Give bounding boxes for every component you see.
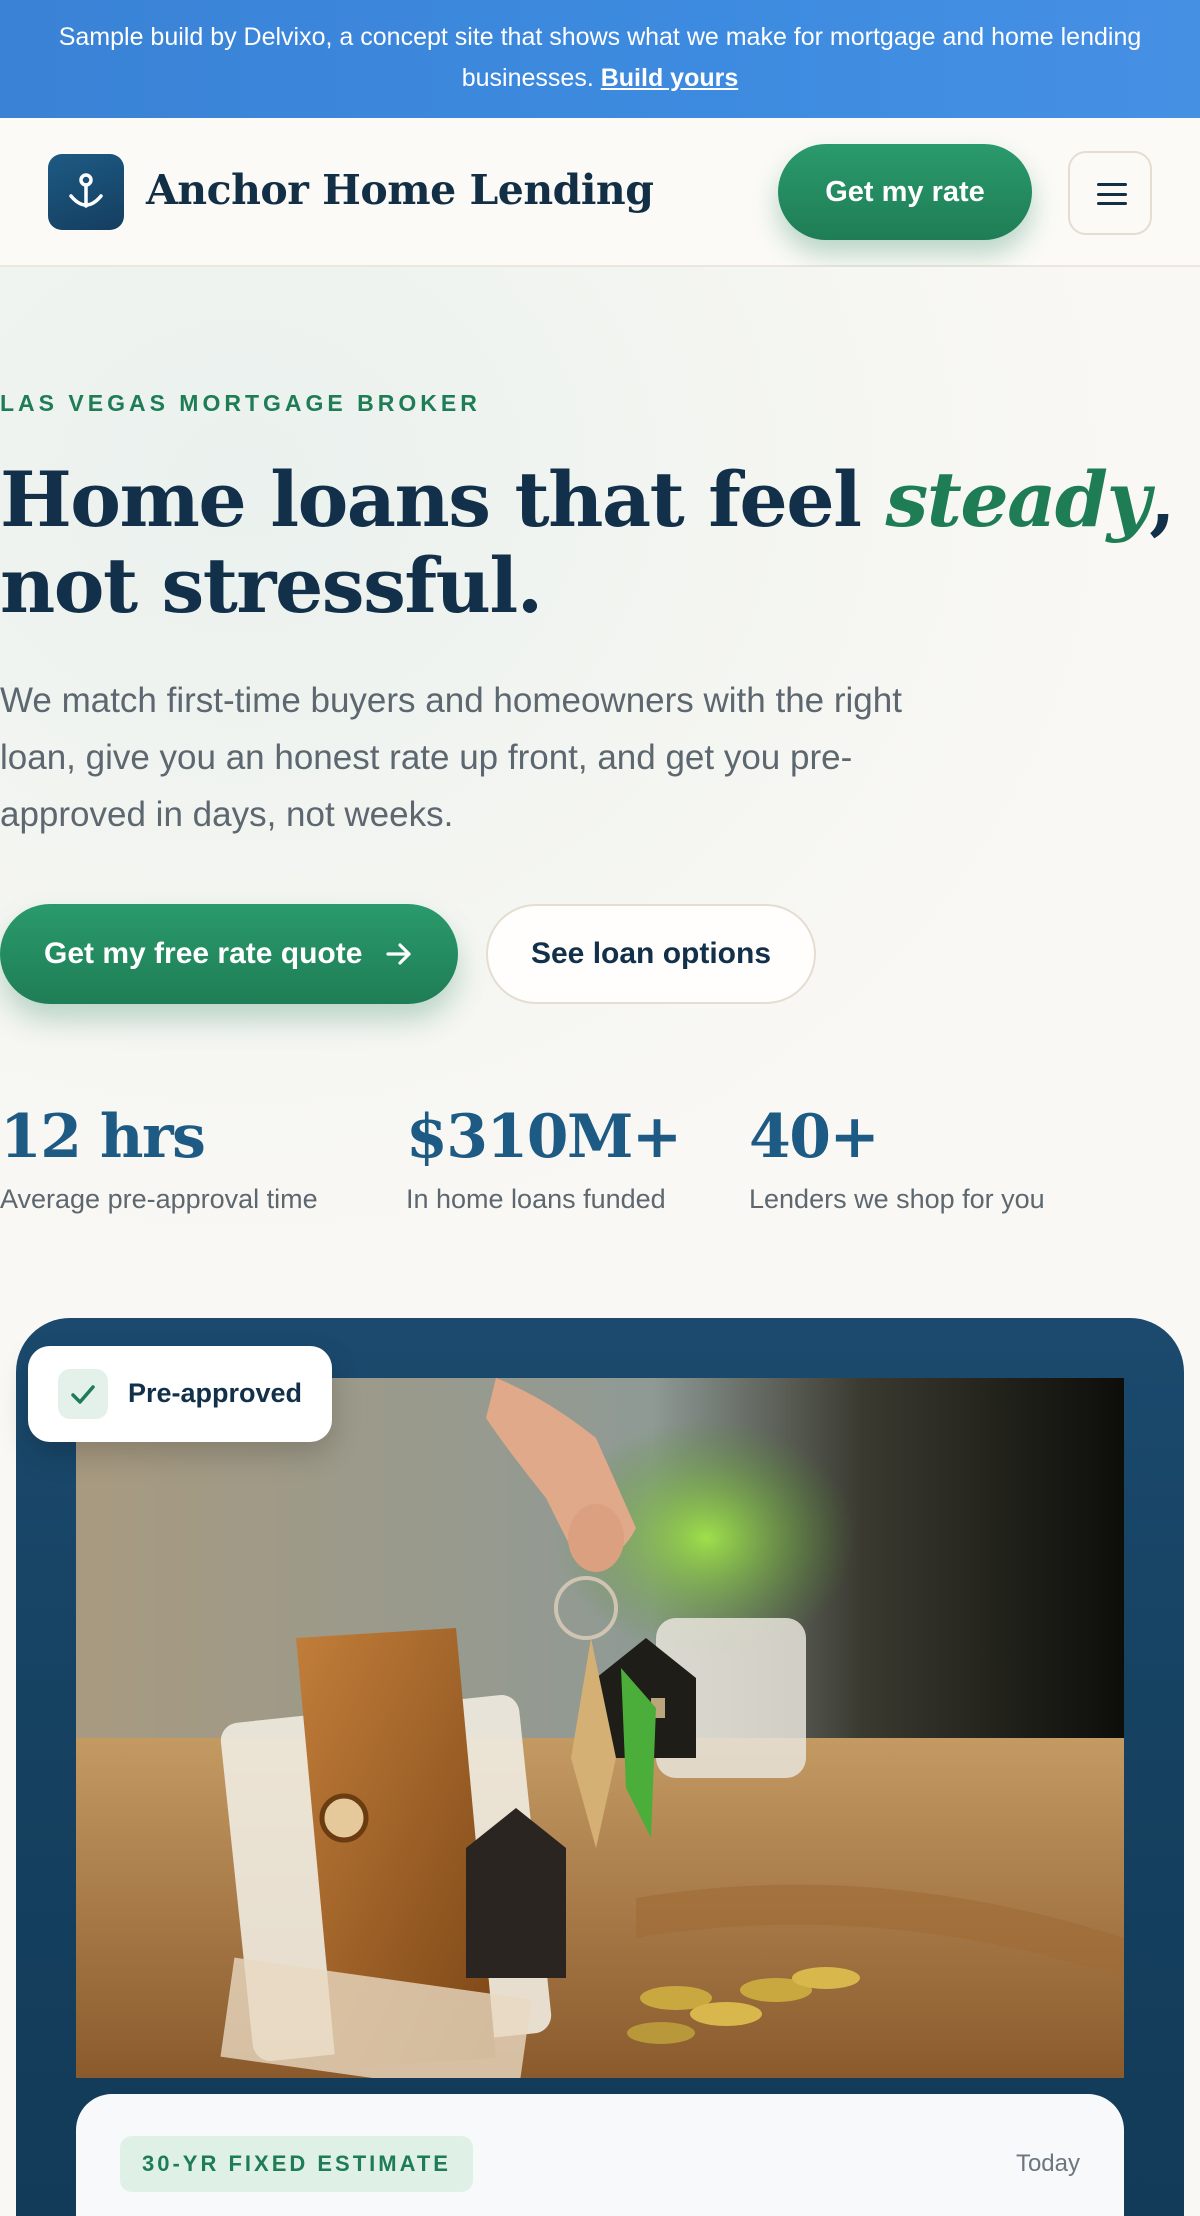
stat-funded: $310M+ In home loans funded xyxy=(406,1102,682,1215)
pre-approved-badge: Pre-approved xyxy=(28,1346,332,1442)
stat-label: Lenders we shop for you xyxy=(749,1184,1045,1214)
headline-part-1: Home loans that feel xyxy=(0,455,886,544)
free-rate-quote-button[interactable]: Get my free rate quote xyxy=(0,904,458,1004)
hero-section: LAS VEGAS MORTGAGE BROKER Home loans tha… xyxy=(0,267,1200,1317)
stat-label: In home loans funded xyxy=(406,1184,666,1214)
hero-headline: Home loans that feel steady, not stressf… xyxy=(0,457,1190,629)
build-yours-link[interactable]: Build yours xyxy=(601,64,739,92)
stat-lenders: 40+ Lenders we shop for you xyxy=(749,1102,1045,1215)
menu-button[interactable] xyxy=(1068,151,1152,235)
estimate-date: Today xyxy=(1015,2150,1080,2177)
hero-visual-card xyxy=(16,1318,1184,2216)
announcement-banner: Sample build by Delvixo, a concept site … xyxy=(0,0,1200,118)
stat-preapproval: 12 hrs Average pre-approval time xyxy=(0,1102,318,1215)
hero-eyebrow: LAS VEGAS MORTGAGE BROKER xyxy=(0,390,481,416)
headline-emphasis: steady xyxy=(885,455,1150,544)
check-icon xyxy=(58,1369,108,1419)
stat-value: 12 hrs xyxy=(0,1102,206,1172)
get-my-rate-button[interactable]: Get my rate xyxy=(778,144,1032,240)
stat-value: $310M+ xyxy=(406,1102,682,1172)
rate-estimate-card: 30-YR FIXED ESTIMATE Today xyxy=(76,2094,1124,2216)
stat-value: 40+ xyxy=(749,1102,880,1172)
estimate-type-pill: 30-YR FIXED ESTIMATE xyxy=(120,2136,473,2192)
free-rate-quote-label: Get my free rate quote xyxy=(44,937,363,970)
keys-wallet-photo xyxy=(76,1378,1124,2078)
pre-approved-label: Pre-approved xyxy=(128,1378,303,1408)
arrow-right-icon xyxy=(386,943,411,965)
anchor-icon[interactable] xyxy=(48,154,124,230)
hero-lede: We match first-time buyers and homeowner… xyxy=(0,681,902,834)
stat-label: Average pre-approval time xyxy=(0,1184,318,1214)
brand-name[interactable]: Anchor Home Lending xyxy=(146,166,654,214)
hamburger-menu-icon xyxy=(1097,183,1127,205)
site-header: Anchor Home Lending Get my rate xyxy=(0,118,1200,267)
see-loan-options-button[interactable]: See loan options xyxy=(486,904,816,1004)
